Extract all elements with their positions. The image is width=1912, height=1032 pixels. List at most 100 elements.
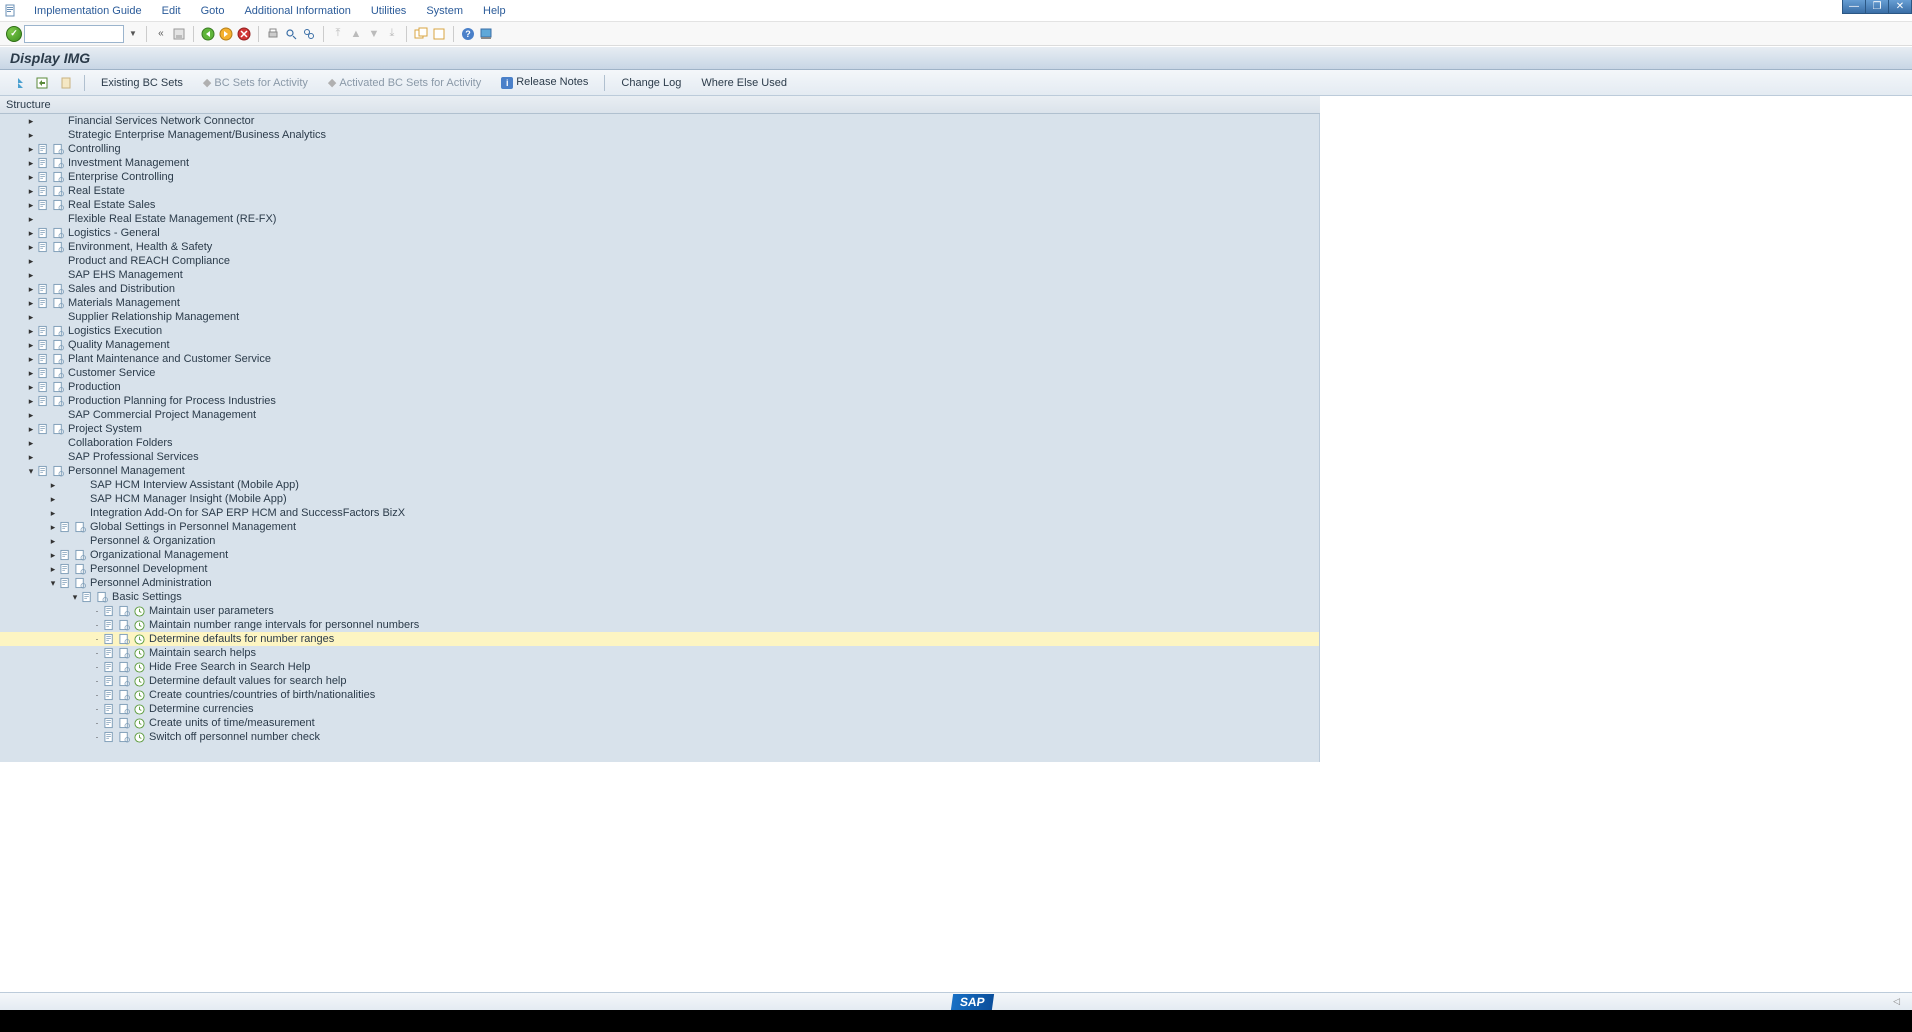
change-log-button[interactable]: Change Log xyxy=(615,77,687,89)
tree-row[interactable]: ▸Collaboration Folders xyxy=(0,436,1319,450)
tree-node-label[interactable]: Real Estate Sales xyxy=(66,199,155,211)
where-else-used-button[interactable]: Where Else Used xyxy=(695,77,793,89)
release-notes-button[interactable]: iRelease Notes xyxy=(495,76,594,88)
tree-row[interactable]: ▸SAP Professional Services xyxy=(0,450,1319,464)
img-activity-attr-icon[interactable] xyxy=(117,633,131,645)
img-activity-attr-icon[interactable] xyxy=(51,185,65,197)
tree-node-label[interactable]: Hide Free Search in Search Help xyxy=(147,661,310,673)
img-activity-doc-icon[interactable] xyxy=(36,157,50,169)
tree-expander-icon[interactable]: · xyxy=(92,704,102,714)
command-dropdown[interactable]: ▼ xyxy=(126,29,140,38)
tree-node-label[interactable]: Strategic Enterprise Management/Business… xyxy=(66,129,326,141)
tree-expander-icon[interactable]: ▸ xyxy=(48,494,58,505)
tree-row[interactable]: ·Create units of time/measurement xyxy=(0,716,1319,730)
cancel-icon[interactable] xyxy=(236,26,252,42)
img-activity-attr-icon[interactable] xyxy=(51,339,65,351)
execute-icon[interactable] xyxy=(132,731,146,743)
tree-row[interactable]: ▸Environment, Health & Safety xyxy=(0,240,1319,254)
tree-row[interactable]: ·Create countries/countries of birth/nat… xyxy=(0,688,1319,702)
next-page-icon[interactable]: ▼ xyxy=(366,26,382,42)
tree-node-label[interactable]: Real Estate xyxy=(66,185,125,197)
img-activity-attr-icon[interactable] xyxy=(51,367,65,379)
status-expand-icon[interactable]: ◁ xyxy=(1893,996,1900,1007)
exit-icon[interactable] xyxy=(218,26,234,42)
tree-row[interactable]: ▸Personnel & Organization xyxy=(0,534,1319,548)
tree-row[interactable]: ▾Basic Settings xyxy=(0,590,1319,604)
tree-expander-icon[interactable]: ▸ xyxy=(26,172,36,183)
tree-node-label[interactable]: Personnel Management xyxy=(66,465,185,477)
execute-icon[interactable] xyxy=(132,633,146,645)
tree-row[interactable]: ▾Personnel Management xyxy=(0,464,1319,478)
tree-expander-icon[interactable]: ▸ xyxy=(26,284,36,295)
tree-expander-icon[interactable]: ▸ xyxy=(26,158,36,169)
new-session-icon[interactable] xyxy=(413,26,429,42)
tree-expander-icon[interactable]: ▸ xyxy=(26,312,36,323)
find-icon[interactable] xyxy=(283,26,299,42)
img-activity-doc-icon[interactable] xyxy=(102,619,116,631)
save-icon[interactable] xyxy=(171,26,187,42)
existing-bc-sets-button[interactable]: Existing BC Sets xyxy=(95,77,189,89)
tree-expander-icon[interactable]: ▸ xyxy=(26,326,36,337)
img-activity-doc-icon[interactable] xyxy=(58,521,72,533)
menu-utilities[interactable]: Utilities xyxy=(361,5,416,17)
menu-implementation-guide[interactable]: Implementation Guide xyxy=(24,5,152,17)
print-icon[interactable] xyxy=(265,26,281,42)
minimize-button[interactable]: — xyxy=(1842,0,1866,14)
tree-node-label[interactable]: Materials Management xyxy=(66,297,180,309)
tree-node-label[interactable]: Personnel Development xyxy=(88,563,207,575)
tree-expander-icon[interactable]: ▸ xyxy=(26,382,36,393)
img-activity-attr-icon[interactable] xyxy=(73,549,87,561)
img-activity-doc-icon[interactable] xyxy=(102,675,116,687)
tree-expander-icon[interactable]: ▸ xyxy=(26,200,36,211)
close-button[interactable]: ✕ xyxy=(1888,0,1912,14)
execute-icon[interactable] xyxy=(132,661,146,673)
tree-node-label[interactable]: Global Settings in Personnel Management xyxy=(88,521,296,533)
img-activity-doc-icon[interactable] xyxy=(36,465,50,477)
tree-row[interactable]: ·Maintain search helps xyxy=(0,646,1319,660)
img-activity-attr-icon[interactable] xyxy=(117,605,131,617)
tree-row[interactable]: ▸ Supplier Relationship Management xyxy=(0,310,1319,324)
img-activity-attr-icon[interactable] xyxy=(117,703,131,715)
tree-expander-icon[interactable]: ▾ xyxy=(70,592,80,603)
tree-row[interactable]: ·Maintain number range intervals for per… xyxy=(0,618,1319,632)
tree-expander-icon[interactable]: ▸ xyxy=(26,144,36,155)
tree-node-label[interactable]: Determine currencies xyxy=(147,703,254,715)
img-activity-doc-icon[interactable] xyxy=(102,689,116,701)
img-activity-attr-icon[interactable] xyxy=(117,717,131,729)
tree-node-label[interactable]: Integration Add-On for SAP ERP HCM and S… xyxy=(88,507,405,519)
tree-expander-icon[interactable]: ▸ xyxy=(26,340,36,351)
img-activity-attr-icon[interactable] xyxy=(73,577,87,589)
img-activity-attr-icon[interactable] xyxy=(51,395,65,407)
img-activity-attr-icon[interactable] xyxy=(51,297,65,309)
position-icon[interactable] xyxy=(34,75,50,91)
tree-expander-icon[interactable]: · xyxy=(92,676,102,686)
tree-row[interactable]: ▸Materials Management xyxy=(0,296,1319,310)
vertical-scrollbar[interactable]: ▲ ▼ xyxy=(1319,114,1320,762)
img-activity-doc-icon[interactable] xyxy=(36,423,50,435)
tree-row[interactable]: ▸SAP Commercial Project Management xyxy=(0,408,1319,422)
img-activity-attr-icon[interactable] xyxy=(117,647,131,659)
tree-node-label[interactable]: Switch off personnel number check xyxy=(147,731,320,743)
tree-node-label[interactable]: Maintain user parameters xyxy=(147,605,274,617)
img-activity-attr-icon[interactable] xyxy=(51,199,65,211)
tree-node-label[interactable]: SAP HCM Manager Insight (Mobile App) xyxy=(88,493,287,505)
tree-row[interactable]: ▸Sales and Distribution xyxy=(0,282,1319,296)
tree-node-label[interactable]: Financial Services Network Connector xyxy=(66,115,254,127)
tree-node-label[interactable]: Supplier Relationship Management xyxy=(66,311,239,323)
tree-node-label[interactable]: Customer Service xyxy=(66,367,155,379)
img-activity-attr-icon[interactable] xyxy=(51,325,65,337)
img-activity-doc-icon[interactable] xyxy=(58,577,72,589)
tree-row[interactable]: ▾Personnel Administration xyxy=(0,576,1319,590)
back-icon[interactable] xyxy=(200,26,216,42)
shortcut-icon[interactable] xyxy=(431,26,447,42)
tree-expander-icon[interactable]: ▸ xyxy=(26,396,36,407)
img-activity-attr-icon[interactable] xyxy=(51,465,65,477)
img-activity-attr-icon[interactable] xyxy=(51,171,65,183)
img-activity-doc-icon[interactable] xyxy=(102,731,116,743)
activated-bc-sets-button[interactable]: ◆Activated BC Sets for Activity xyxy=(322,76,487,89)
tree-expander-icon[interactable]: · xyxy=(92,718,102,728)
tree-expander-icon[interactable]: ▾ xyxy=(48,578,58,589)
menu-edit[interactable]: Edit xyxy=(152,5,191,17)
execute-icon[interactable] xyxy=(132,689,146,701)
img-activity-doc-icon[interactable] xyxy=(36,395,50,407)
